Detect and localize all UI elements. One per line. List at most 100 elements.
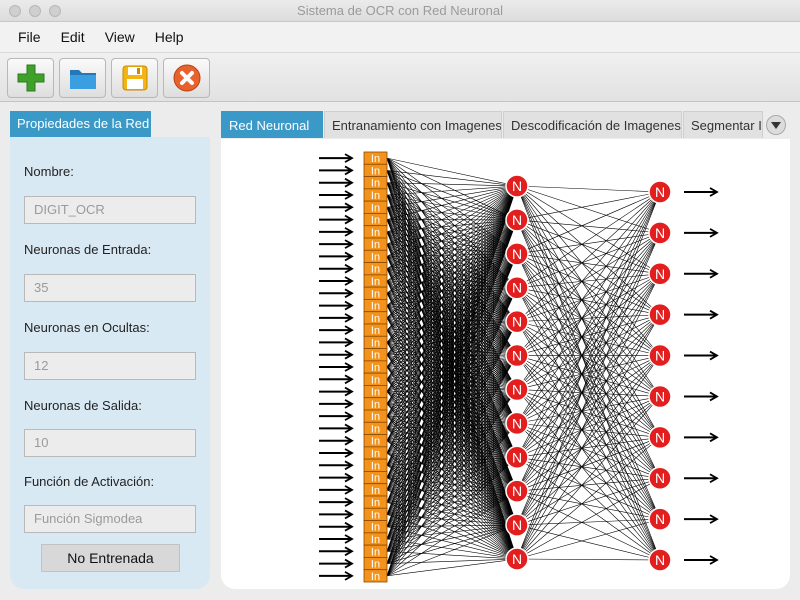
svg-text:In: In: [371, 571, 380, 583]
menu-file[interactable]: File: [18, 29, 41, 45]
svg-text:In: In: [371, 350, 380, 362]
input-arrow-icon: [319, 165, 354, 176]
svg-text:N: N: [655, 429, 665, 445]
input-arrow-icon: [319, 362, 354, 372]
properties-tab[interactable]: Propiedades de la Red: [10, 111, 151, 137]
tab-overflow-button[interactable]: [766, 115, 786, 135]
training-status-button[interactable]: No Entrenada: [41, 544, 180, 572]
input-hidden-connection: [386, 157, 518, 187]
hidden-neuron: N: [505, 309, 529, 334]
input-neuron: In: [363, 434, 388, 448]
svg-text:In: In: [371, 485, 380, 497]
input-neuron: In: [363, 274, 388, 288]
svg-text:In: In: [371, 202, 380, 214]
output-neuron: N: [648, 425, 672, 450]
svg-text:In: In: [371, 436, 380, 448]
input-arrow-icon: [319, 485, 354, 495]
input-neuron: In: [363, 520, 388, 534]
tab-entrenamiento[interactable]: Entranamiento con Imagenes: [324, 111, 502, 138]
svg-text:N: N: [512, 212, 522, 228]
svg-text:In: In: [371, 165, 380, 177]
input-neuron: In: [363, 385, 388, 399]
svg-text:N: N: [655, 552, 665, 568]
svg-text:In: In: [371, 178, 380, 190]
menu-view[interactable]: View: [105, 29, 135, 45]
svg-text:In: In: [371, 387, 380, 399]
tab-descodificacion[interactable]: Descodificación de Imagenes: [503, 111, 682, 138]
input-neurons-field[interactable]: 35: [24, 274, 196, 302]
input-arrow-icon: [319, 214, 354, 225]
input-arrow-icon: [319, 190, 354, 200]
menu-edit[interactable]: Edit: [61, 29, 85, 45]
output-arrow-icon: [684, 268, 719, 279]
input-neurons-label: Neuronas de Entrada:: [24, 242, 152, 257]
open-button[interactable]: [59, 58, 106, 98]
svg-text:In: In: [371, 301, 380, 313]
close-button[interactable]: [163, 58, 210, 98]
input-arrow-icon: [319, 337, 354, 348]
new-button[interactable]: [7, 58, 54, 98]
input-neuron: In: [363, 225, 388, 239]
svg-text:In: In: [371, 460, 380, 472]
menu-help[interactable]: Help: [155, 29, 184, 45]
hidden-neuron: N: [505, 242, 529, 266]
activation-field[interactable]: Función Sigmodea: [24, 505, 196, 533]
output-neuron: N: [648, 466, 672, 490]
hidden-neuron: N: [505, 208, 529, 232]
hidden-neurons-field[interactable]: 12: [24, 352, 196, 380]
svg-text:In: In: [371, 522, 380, 534]
input-arrow-icon: [319, 521, 354, 532]
output-neuron: N: [648, 180, 672, 204]
input-neuron: In: [363, 397, 388, 411]
input-arrow-icon: [319, 571, 354, 581]
svg-text:N: N: [512, 483, 522, 499]
input-arrow-icon: [319, 227, 354, 237]
svg-text:In: In: [371, 337, 380, 349]
input-arrow-icon: [319, 497, 354, 507]
name-field[interactable]: DIGIT_OCR: [24, 196, 196, 224]
hidden-output-connection: [516, 524, 661, 561]
output-arrow-icon: [684, 350, 719, 361]
svg-text:In: In: [371, 190, 380, 202]
network-view: In In In In In In In In In In In In In In In In In In In In…: [221, 139, 790, 589]
input-arrow-icon: [319, 435, 354, 446]
chevron-down-icon: [771, 121, 781, 129]
output-neuron: N: [648, 507, 672, 531]
svg-text:N: N: [512, 348, 522, 364]
input-hidden-connection: [386, 182, 518, 187]
input-arrow-icon: [319, 472, 354, 483]
svg-text:In: In: [371, 497, 380, 509]
input-arrow-icon: [319, 448, 354, 458]
output-arrow-icon: [684, 555, 719, 565]
hidden-output-connection: [516, 355, 661, 390]
hidden-output-connection: [516, 191, 661, 255]
output-arrow-icon: [684, 473, 719, 484]
svg-text:In: In: [371, 276, 380, 288]
input-arrow-icon: [319, 546, 354, 557]
output-arrow-icon: [684, 309, 719, 320]
hidden-output-connection: [516, 273, 661, 492]
input-neuron: In: [363, 286, 388, 300]
hidden-neuron: N: [505, 445, 529, 470]
output-neurons-label: Neuronas de Salida:: [24, 398, 142, 413]
properties-panel: Nombre: DIGIT_OCR Neuronas de Entrada: 3…: [10, 137, 210, 589]
input-arrow-icon: [319, 534, 354, 544]
svg-text:In: In: [371, 239, 380, 251]
svg-text:In: In: [371, 362, 380, 374]
svg-text:In: In: [371, 215, 380, 227]
toolbar: [0, 52, 800, 102]
input-neuron: In: [363, 323, 388, 337]
save-button[interactable]: [111, 58, 158, 98]
input-neuron: In: [363, 163, 388, 177]
hidden-neuron: N: [505, 411, 529, 436]
input-arrow-icon: [319, 558, 354, 569]
menu-bar: File Edit View Help: [0, 22, 800, 52]
network-diagram: InInInInInInInInInInInInInInInInInInInIn…: [319, 151, 719, 583]
output-neurons-field[interactable]: 10: [24, 429, 196, 457]
tab-red-neuronal[interactable]: Red Neuronal: [221, 111, 323, 138]
tab-segmentar[interactable]: Segmentar Im: [683, 111, 763, 138]
output-arrow-icon: [684, 514, 719, 524]
input-neuron: In: [363, 569, 388, 583]
svg-text:In: In: [371, 399, 380, 411]
hidden-output-connection: [516, 253, 661, 315]
